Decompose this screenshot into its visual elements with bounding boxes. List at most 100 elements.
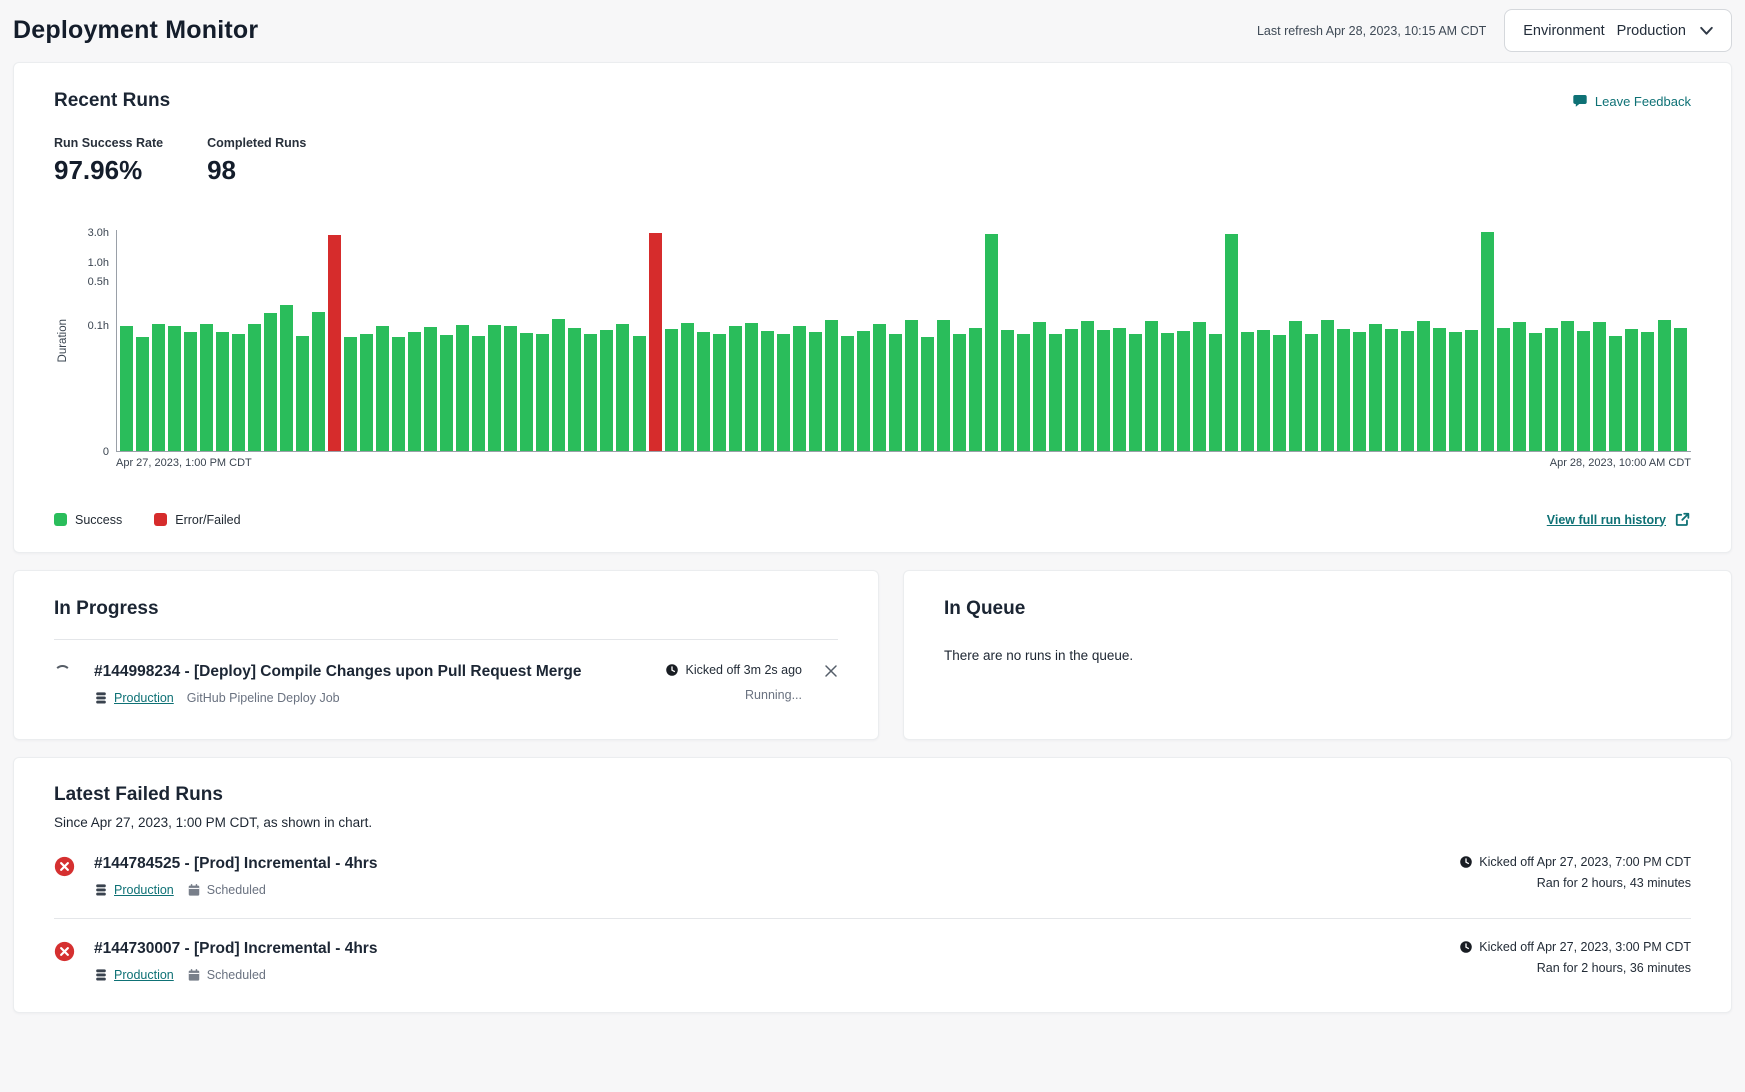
chart-bar-success[interactable]	[1593, 322, 1606, 451]
chart-bar-success[interactable]	[1465, 330, 1478, 451]
environment-link-label[interactable]: Production	[114, 691, 174, 705]
chart-bar-success[interactable]	[1337, 329, 1350, 451]
view-full-run-history-link[interactable]: View full run history	[1547, 511, 1691, 528]
chart-bar-success[interactable]	[793, 326, 806, 451]
chart-bar-success[interactable]	[600, 330, 613, 451]
chart-bar-success[interactable]	[1545, 328, 1558, 451]
chart-bar-success[interactable]	[1241, 332, 1254, 451]
chart-bar-success[interactable]	[440, 335, 453, 451]
chart-bar-success[interactable]	[520, 333, 533, 451]
chart-bar-success[interactable]	[1033, 322, 1046, 451]
chart-bar-success[interactable]	[1401, 331, 1414, 451]
chart-bar-success[interactable]	[1481, 232, 1494, 451]
chart-bar-success[interactable]	[857, 331, 870, 451]
chart-bar-success[interactable]	[1674, 328, 1687, 451]
chart-bar-success[interactable]	[616, 324, 629, 451]
chart-bar-success[interactable]	[472, 336, 485, 451]
chart-bar-success[interactable]	[1369, 324, 1382, 451]
chart-bar-success[interactable]	[1529, 333, 1542, 451]
chart-bar-success[interactable]	[1577, 331, 1590, 451]
chart-bar-failed[interactable]	[328, 235, 341, 451]
chart-bar-success[interactable]	[1209, 334, 1222, 451]
environment-dropdown[interactable]: Environment Production	[1504, 9, 1732, 52]
chart-bar-success[interactable]	[809, 332, 822, 451]
chart-bar-success[interactable]	[1273, 335, 1286, 451]
chart-bar-success[interactable]	[1625, 329, 1638, 451]
chart-bar-success[interactable]	[1449, 332, 1462, 451]
environment-link-label[interactable]: Production	[114, 968, 174, 982]
chart-bar-success[interactable]	[216, 332, 229, 451]
leave-feedback-link[interactable]: Leave Feedback	[1572, 93, 1691, 109]
chart-bar-success[interactable]	[729, 326, 742, 451]
chart-bar-success[interactable]	[552, 319, 565, 451]
chart-bar-success[interactable]	[1097, 330, 1110, 451]
chart-bar-success[interactable]	[1433, 328, 1446, 451]
chart-bar-failed[interactable]	[649, 233, 662, 451]
chart-bar-success[interactable]	[568, 328, 581, 451]
chart-bar-success[interactable]	[424, 327, 437, 451]
chart-bar-success[interactable]	[1177, 331, 1190, 451]
chart-bar-success[interactable]	[761, 331, 774, 451]
chart-bar-success[interactable]	[392, 337, 405, 451]
chart-bar-success[interactable]	[536, 334, 549, 451]
chart-bar-success[interactable]	[1658, 320, 1671, 451]
chart-bar-success[interactable]	[168, 326, 181, 451]
chart-bar-success[interactable]	[1161, 333, 1174, 451]
chart-bar-success[interactable]	[1081, 321, 1094, 451]
chart-bar-success[interactable]	[280, 305, 293, 451]
chart-bar-success[interactable]	[1321, 320, 1334, 451]
chart-bar-success[interactable]	[296, 336, 309, 451]
chart-bar-success[interactable]	[665, 329, 678, 451]
chart-bar-success[interactable]	[1129, 334, 1142, 451]
chart-bar-success[interactable]	[969, 328, 982, 451]
chart-bar-success[interactable]	[937, 320, 950, 451]
chart-bar-success[interactable]	[1497, 328, 1510, 451]
chart-bar-success[interactable]	[504, 326, 517, 451]
chart-bar-success[interactable]	[1065, 329, 1078, 451]
chart-bar-success[interactable]	[1225, 234, 1238, 451]
chart-bar-success[interactable]	[1193, 322, 1206, 451]
chart-bar-success[interactable]	[1289, 321, 1302, 451]
chart-bar-success[interactable]	[584, 334, 597, 451]
chart-bar-success[interactable]	[1001, 330, 1014, 451]
chart-bar-success[interactable]	[745, 323, 758, 451]
chart-bar-success[interactable]	[1049, 334, 1062, 451]
chart-bar-success[interactable]	[248, 324, 261, 451]
chart-bar-success[interactable]	[408, 332, 421, 451]
chart-bar-success[interactable]	[1609, 336, 1622, 451]
close-icon[interactable]	[824, 663, 838, 705]
chart-bar-success[interactable]	[953, 334, 966, 451]
chart-bar-success[interactable]	[905, 320, 918, 451]
chart-bar-success[interactable]	[873, 324, 886, 451]
chart-bar-success[interactable]	[1417, 321, 1430, 451]
chart-bar-success[interactable]	[1257, 330, 1270, 451]
chart-bar-success[interactable]	[1305, 334, 1318, 451]
chart-bar-success[interactable]	[232, 334, 245, 451]
chart-bar-success[interactable]	[344, 337, 357, 451]
environment-link-label[interactable]: Production	[114, 883, 174, 897]
chart-bar-success[interactable]	[1641, 332, 1654, 451]
chart-bar-success[interactable]	[152, 324, 165, 451]
chart-bar-success[interactable]	[360, 334, 373, 451]
chart-bar-success[interactable]	[633, 336, 646, 451]
chart-bar-success[interactable]	[200, 324, 213, 451]
chart-bar-success[interactable]	[889, 334, 902, 451]
chart-bar-success[interactable]	[681, 323, 694, 451]
chart-bar-success[interactable]	[456, 325, 469, 451]
chart-bar-success[interactable]	[841, 336, 854, 451]
chart-bar-success[interactable]	[376, 326, 389, 451]
chart-bar-success[interactable]	[1513, 322, 1526, 451]
chart-bar-success[interactable]	[1017, 334, 1030, 451]
chart-bar-success[interactable]	[1145, 321, 1158, 451]
chart-bar-success[interactable]	[184, 332, 197, 451]
chart-bar-success[interactable]	[136, 337, 149, 451]
chart-bar-success[interactable]	[1113, 328, 1126, 451]
chart-bar-success[interactable]	[488, 325, 501, 451]
chart-bar-success[interactable]	[1561, 321, 1574, 451]
chart-bar-success[interactable]	[120, 326, 133, 451]
chart-bar-success[interactable]	[777, 334, 790, 451]
chart-bar-success[interactable]	[825, 320, 838, 451]
chart-bar-success[interactable]	[921, 337, 934, 451]
chart-bar-success[interactable]	[264, 313, 277, 451]
chart-bar-success[interactable]	[1353, 332, 1366, 451]
